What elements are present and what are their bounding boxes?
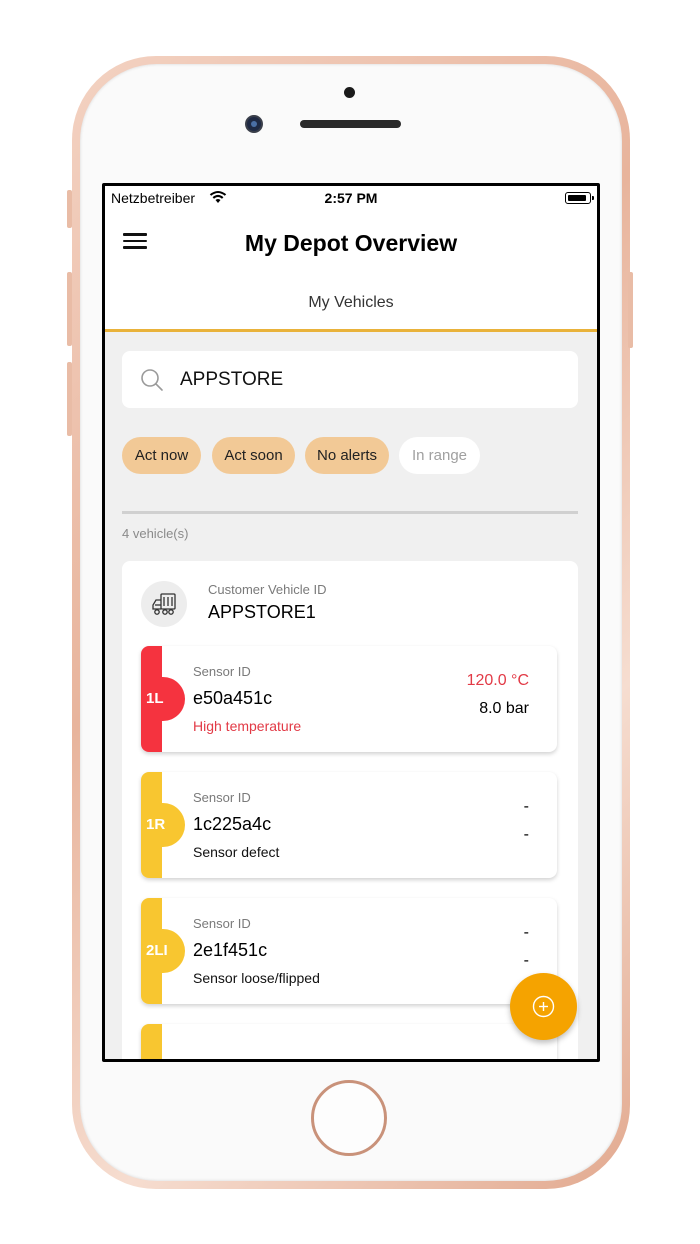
sensor-position-badge: 2LI bbox=[141, 929, 185, 973]
filter-chip-act-now[interactable]: Act now bbox=[122, 437, 201, 474]
tab-my-vehicles[interactable]: My Vehicles bbox=[105, 294, 597, 312]
front-camera-icon bbox=[245, 115, 263, 133]
sensor-card[interactable]: 1R Sensor ID 1c225a4c Sensor defect - - bbox=[141, 772, 557, 878]
filter-chip-no-alerts[interactable]: No alerts bbox=[305, 437, 389, 474]
battery-icon bbox=[565, 192, 594, 204]
volume-down-button bbox=[67, 362, 72, 436]
mute-switch bbox=[67, 190, 72, 228]
status-bar: Netzbetreiber 2:57 PM bbox=[105, 186, 597, 210]
sensor-pressure: - bbox=[523, 826, 529, 843]
sensor-status: High temperature bbox=[193, 718, 302, 734]
sensor-temperature: - bbox=[523, 924, 529, 941]
sensor-position-badge: 1L bbox=[141, 677, 185, 721]
sensor-temperature: - bbox=[523, 798, 529, 815]
search-icon bbox=[141, 369, 163, 391]
truck-icon bbox=[141, 581, 187, 627]
sensor-id: 2e1f451c bbox=[193, 940, 268, 960]
filter-chip-act-soon[interactable]: Act soon bbox=[212, 437, 295, 474]
filter-chip-in-range[interactable]: In range bbox=[399, 437, 480, 474]
customer-vehicle-id: APPSTORE1 bbox=[208, 602, 316, 622]
sensor-card[interactable]: 1L Sensor ID e50a451c High temperature 1… bbox=[141, 646, 557, 752]
nav-bar: My Depot Overview bbox=[105, 210, 597, 266]
tab-bar: My Vehicles bbox=[105, 266, 597, 332]
add-button[interactable] bbox=[510, 973, 577, 1040]
vehicle-count: 4 vehicle(s) bbox=[122, 526, 189, 541]
power-button bbox=[628, 272, 633, 348]
sensor-status: Sensor defect bbox=[193, 844, 280, 860]
sensor-id: e50a451c bbox=[193, 688, 273, 708]
app-display: Netzbetreiber 2:57 PM My Depot Overview … bbox=[105, 186, 597, 1059]
sensor-id-label: Sensor ID bbox=[193, 664, 251, 679]
search-input[interactable] bbox=[180, 351, 560, 408]
sensor-card[interactable] bbox=[141, 1024, 557, 1059]
proximity-sensor bbox=[344, 87, 355, 98]
sensor-temperature: 120.0 °C bbox=[466, 672, 529, 689]
sensor-id-label: Sensor ID bbox=[193, 916, 251, 931]
sensor-position-badge: 1R bbox=[141, 803, 185, 847]
sensor-pressure: 8.0 bar bbox=[479, 700, 529, 717]
customer-vehicle-id-label: Customer Vehicle ID bbox=[208, 582, 327, 597]
earpiece-speaker bbox=[300, 120, 401, 128]
home-button[interactable] bbox=[311, 1080, 387, 1156]
volume-up-button bbox=[67, 272, 72, 346]
vehicle-card[interactable]: Customer Vehicle ID APPSTORE1 1L Sensor … bbox=[122, 561, 578, 1059]
sensor-id-label: Sensor ID bbox=[193, 790, 251, 805]
sensor-status: Sensor loose/flipped bbox=[193, 970, 320, 986]
page-title: My Depot Overview bbox=[244, 230, 458, 256]
sensor-id: 1c225a4c bbox=[193, 814, 272, 834]
divider bbox=[122, 511, 578, 514]
status-time: 2:57 PM bbox=[324, 190, 378, 206]
sensor-card[interactable]: 2LI Sensor ID 2e1f451c Sensor loose/flip… bbox=[141, 898, 557, 1004]
sensor-status-strip bbox=[141, 1024, 162, 1059]
search-box[interactable] bbox=[122, 351, 578, 408]
screen: Netzbetreiber 2:57 PM My Depot Overview … bbox=[102, 183, 600, 1062]
sensor-pressure: - bbox=[523, 952, 529, 969]
add-icon bbox=[532, 995, 555, 1018]
